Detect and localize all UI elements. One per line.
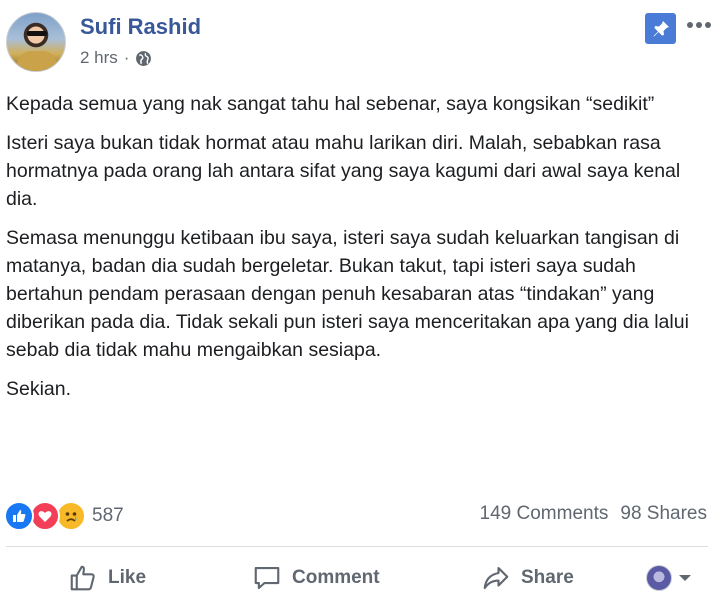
- post-paragraph: Isteri saya bukan tidak hormat atau mahu…: [6, 132, 681, 210]
- love-reaction-icon: [30, 501, 60, 531]
- avatar-jacket: [17, 51, 57, 71]
- post-actions-bar: Like Comment Share: [0, 556, 721, 600]
- page-avatar: [646, 565, 672, 591]
- avatar-sunglasses: [27, 31, 47, 36]
- post-meta: 2 hrs ·: [80, 48, 152, 68]
- post-stats: 149 Comments 98 Shares: [480, 503, 707, 525]
- share-icon: [483, 566, 509, 590]
- comment-label: Comment: [292, 567, 380, 588]
- post-body: Kepada semua yang nak sangat tahu hal se…: [6, 90, 714, 414]
- reaction-count[interactable]: 587: [92, 505, 124, 527]
- pin-button[interactable]: [645, 13, 676, 44]
- author-avatar[interactable]: [6, 12, 66, 72]
- post-paragraph: Sekian.: [6, 378, 72, 400]
- author-name[interactable]: Sufi Rashid: [80, 14, 201, 40]
- post-paragraph: Semasa menunggu ketibaan ibu saya, ister…: [6, 227, 689, 361]
- sad-reaction-icon: [56, 501, 86, 531]
- more-options-button[interactable]: [684, 10, 714, 40]
- comment-button[interactable]: Comment: [252, 556, 380, 600]
- comments-count-link[interactable]: 149 Comments: [480, 503, 609, 525]
- chevron-down-icon: [679, 575, 691, 581]
- like-label: Like: [108, 567, 147, 588]
- pin-icon: [653, 20, 669, 36]
- share-button[interactable]: Share: [481, 556, 574, 600]
- post-header: Sufi Rashid 2 hrs ·: [0, 0, 721, 80]
- globe-icon[interactable]: [135, 50, 152, 67]
- like-button[interactable]: Like: [68, 556, 146, 600]
- post-as-selector[interactable]: [646, 556, 692, 600]
- comment-icon: [254, 566, 280, 590]
- like-reaction-icon: [4, 501, 34, 531]
- post-time[interactable]: 2 hrs: [80, 48, 118, 68]
- actions-divider: [6, 546, 708, 547]
- shares-count-link[interactable]: 98 Shares: [620, 503, 707, 525]
- reactions-summary[interactable]: 587: [4, 498, 124, 534]
- meta-separator: ·: [123, 48, 130, 67]
- share-label: Share: [521, 567, 574, 588]
- like-icon: [70, 565, 95, 591]
- post-paragraph: Kepada semua yang nak sangat tahu hal se…: [6, 93, 655, 115]
- more-dots-icon: [687, 22, 711, 28]
